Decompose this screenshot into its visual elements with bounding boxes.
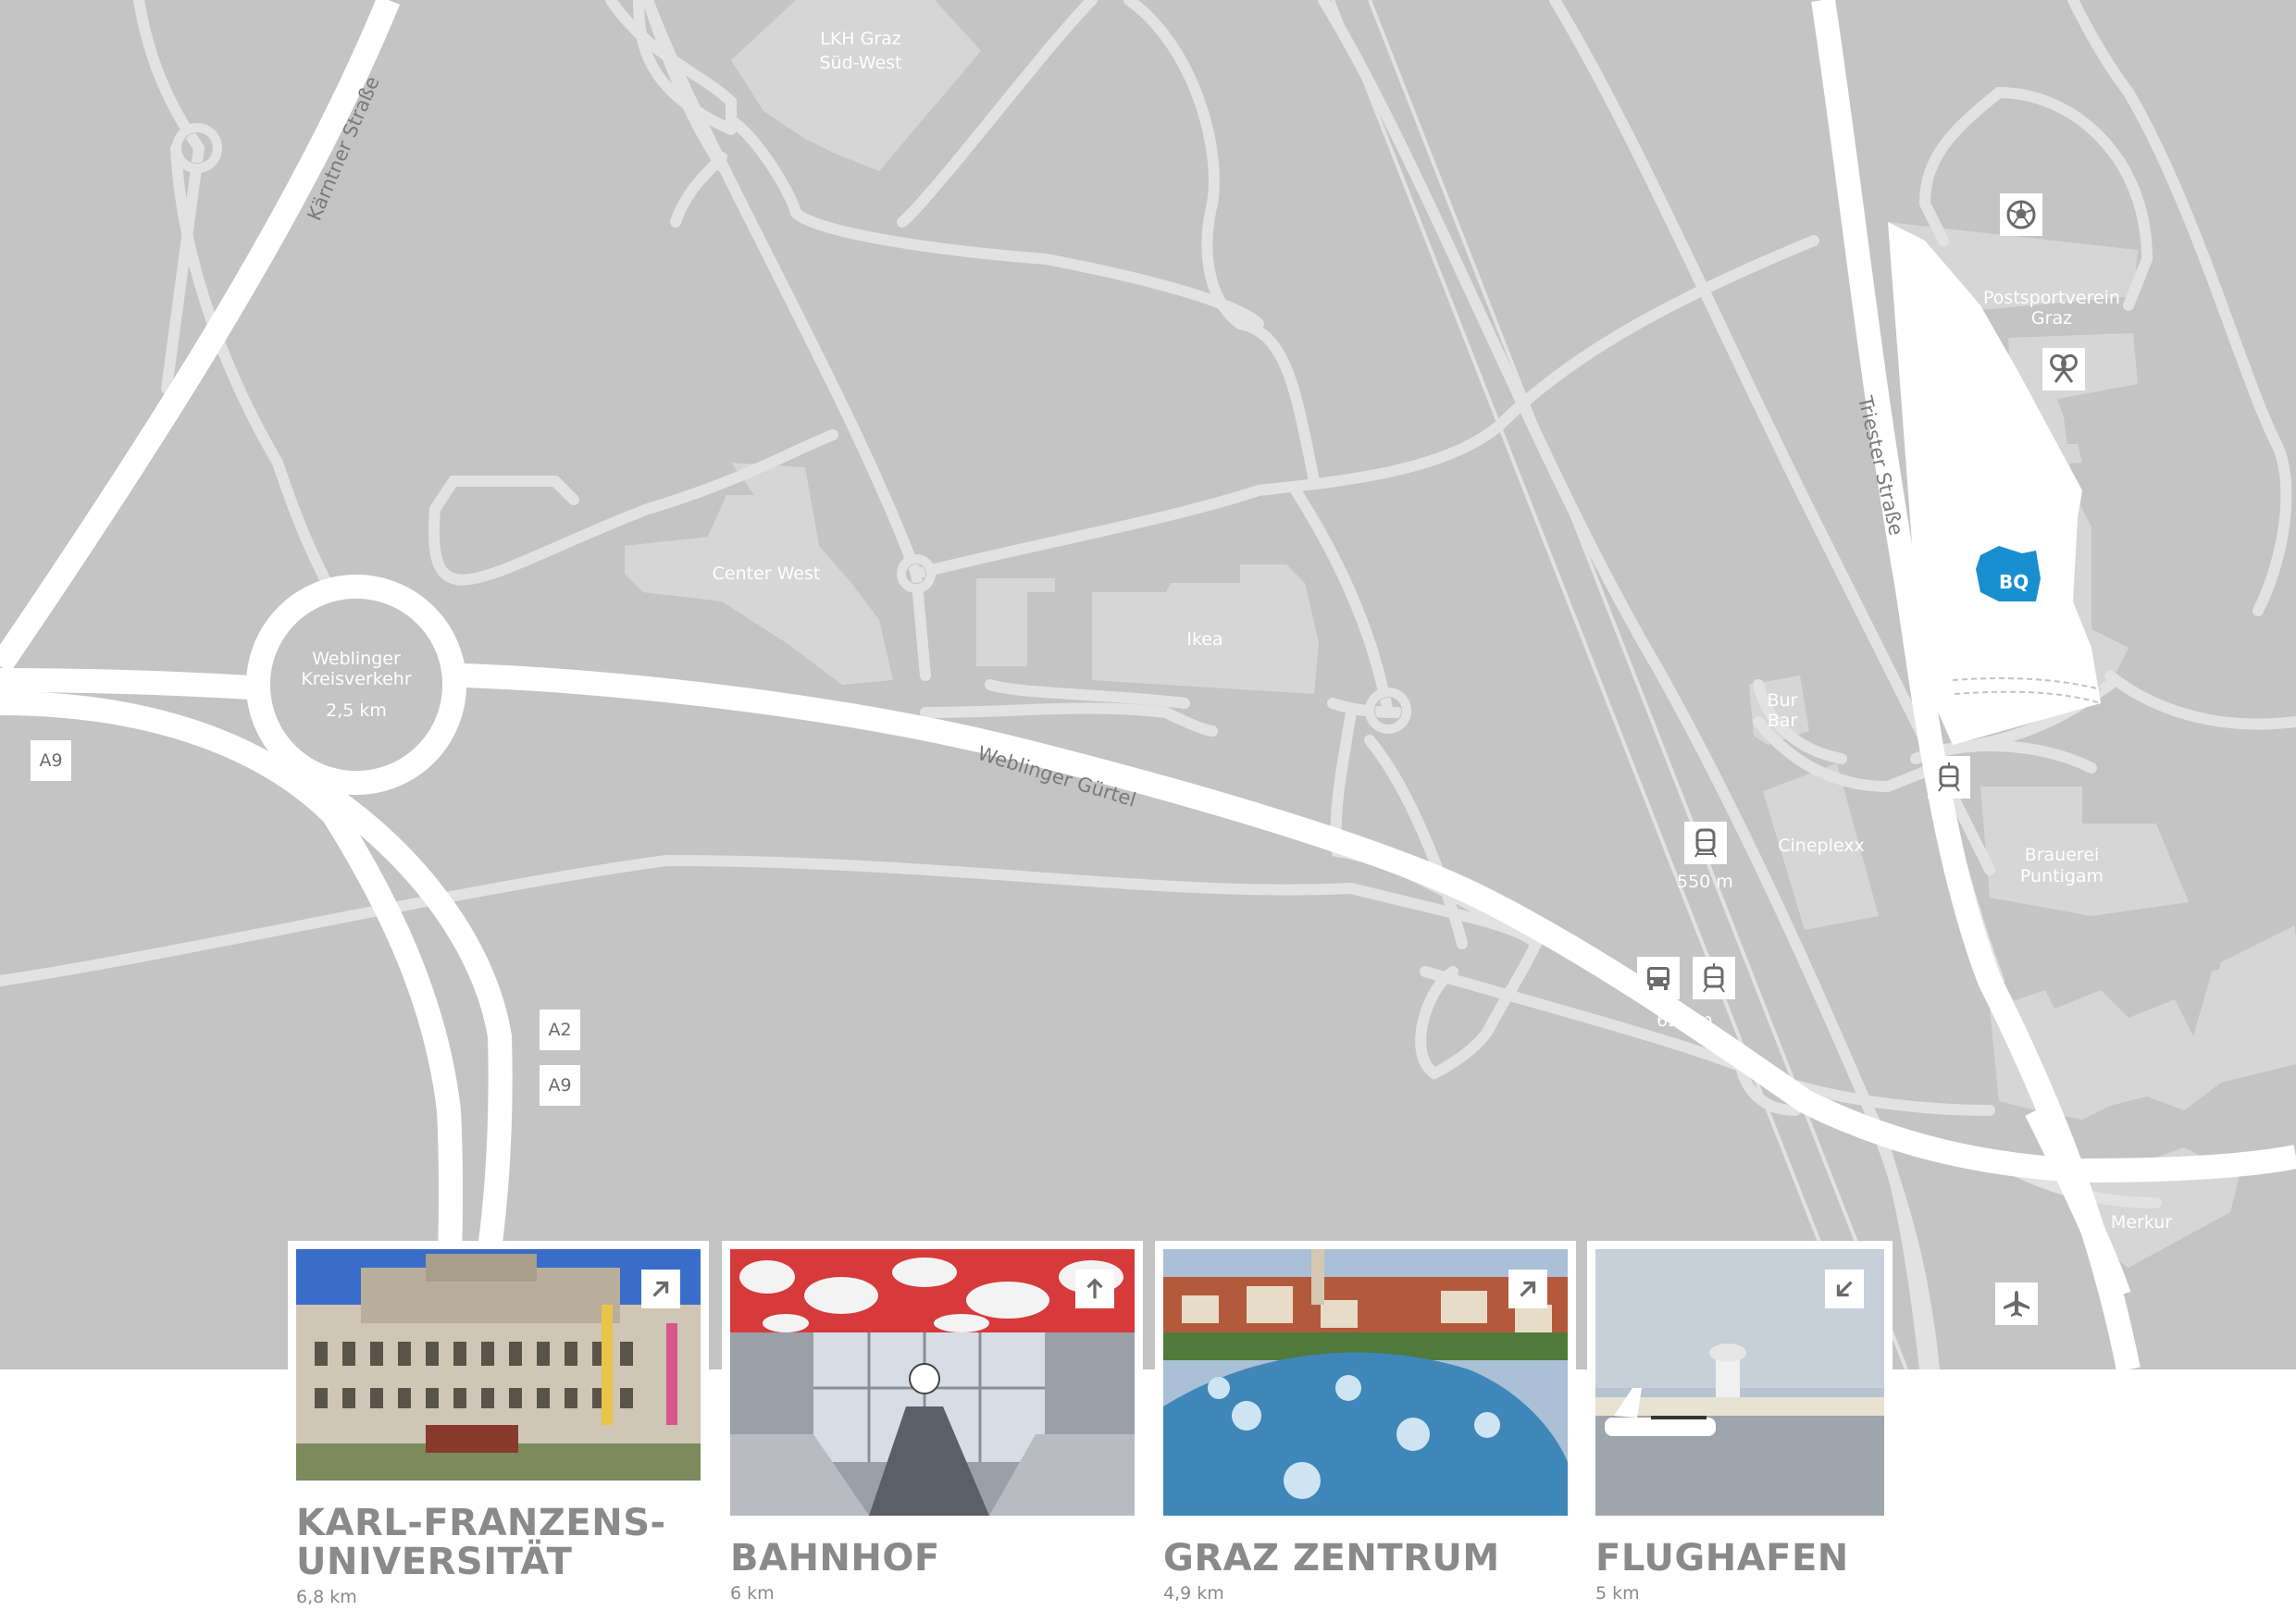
train-distance: 550 m bbox=[1677, 872, 1733, 892]
ikea-label: Ikea bbox=[1186, 629, 1222, 650]
motorway-shield-a9: A9 bbox=[31, 740, 71, 781]
bahnhof-distance: 6 km bbox=[730, 1583, 775, 1604]
postsportverein-label-1: Postsportverein bbox=[1983, 288, 2120, 308]
kreisverkehr-label-1: Weblinger bbox=[312, 649, 401, 669]
area-map: BQ LKH Graz Süd-West Center West Ikea We… bbox=[0, 0, 2296, 1369]
tennis-rackets-icon bbox=[2042, 348, 2085, 390]
postsportverein-label-2: Graz bbox=[2031, 308, 2072, 328]
flughafen-distance: 5 km bbox=[1595, 1583, 1640, 1604]
motorway-shield-a9-south: A9 bbox=[540, 1065, 580, 1106]
cineplexx-label: Cineplexx bbox=[1778, 836, 1864, 856]
destination-card-flughafen[interactable]: FLUGHAFEN 5 km bbox=[1587, 1241, 1893, 1604]
tram-icon bbox=[1928, 756, 1970, 799]
brauerei-label-1: Brauerei bbox=[2025, 845, 2100, 865]
zentrum-photo bbox=[1163, 1249, 1568, 1516]
tram-icon-stop bbox=[1693, 957, 1735, 999]
card-frame bbox=[288, 1241, 709, 1489]
arrow-up-right-icon[interactable] bbox=[641, 1270, 680, 1308]
zentrum-title: GRAZ ZENTRUM bbox=[1163, 1537, 1500, 1580]
kreisverkehr-distance: 2,5 km bbox=[326, 700, 387, 721]
bur-label-2: Bar bbox=[1768, 711, 1798, 731]
destination-card-zentrum[interactable]: GRAZ ZENTRUM 4,9 km bbox=[1155, 1241, 1576, 1604]
arrow-up-icon[interactable] bbox=[1075, 1270, 1114, 1308]
bus-tram-distance: 650 m bbox=[1657, 1010, 1713, 1031]
card-frame bbox=[722, 1241, 1143, 1524]
card-frame bbox=[1587, 1241, 1893, 1524]
lkh-label-2: Süd-West bbox=[820, 53, 902, 73]
bq-label: BQ bbox=[1999, 571, 2029, 593]
center-west-label: Center West bbox=[713, 564, 821, 584]
university-title-2: UNIVERSITÄT bbox=[296, 1541, 573, 1583]
bq-marker[interactable]: BQ bbox=[1976, 546, 2041, 601]
university-distance: 6,8 km bbox=[296, 1587, 357, 1607]
arrow-down-left-icon[interactable] bbox=[1825, 1270, 1864, 1308]
flughafen-photo bbox=[1595, 1249, 1884, 1516]
motorway-shield-a2: A2 bbox=[540, 1010, 580, 1050]
destination-card-bahnhof[interactable]: BAHNHOF 6 km bbox=[722, 1241, 1143, 1604]
airplane-icon bbox=[1995, 1282, 2038, 1325]
kreisverkehr-label-2: Kreisverkehr bbox=[301, 669, 412, 689]
destination-card-university[interactable]: KARL-FRANZENS- UNIVERSITÄT 6,8 km bbox=[288, 1241, 709, 1607]
soccer-ball-icon bbox=[2000, 193, 2042, 236]
bus-icon bbox=[1637, 957, 1680, 999]
bahnhof-photo bbox=[730, 1249, 1135, 1516]
train-icon bbox=[1684, 822, 1727, 864]
lkh-label-1: LKH Graz bbox=[820, 29, 901, 49]
bur-label-1: Bur bbox=[1768, 690, 1798, 711]
card-frame bbox=[1155, 1241, 1576, 1524]
university-title-1: KARL-FRANZENS- bbox=[296, 1502, 666, 1544]
flughafen-title: FLUGHAFEN bbox=[1595, 1537, 1849, 1580]
arrow-up-right-icon[interactable] bbox=[1508, 1270, 1547, 1308]
university-photo bbox=[296, 1249, 701, 1481]
merkur-label: Merkur bbox=[2111, 1212, 2172, 1233]
zentrum-distance: 4,9 km bbox=[1163, 1583, 1224, 1604]
brauerei-label-2: Puntigam bbox=[2020, 866, 2104, 886]
bahnhof-title: BAHNHOF bbox=[730, 1537, 940, 1580]
